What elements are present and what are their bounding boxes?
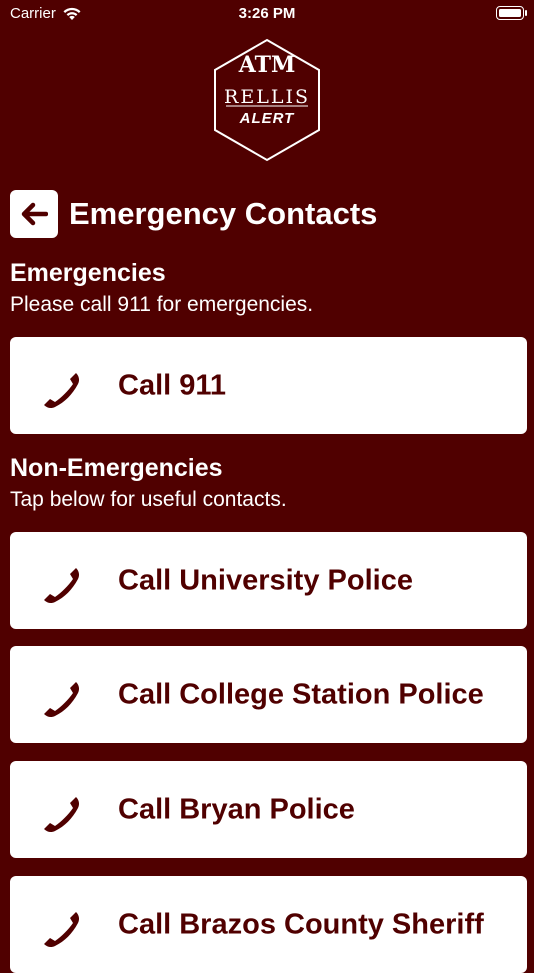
phone-icon [44, 912, 80, 948]
non-emergencies-subtitle: Tap below for useful contacts. [10, 488, 287, 511]
call-bryan-police-label: Call Bryan Police [118, 793, 355, 825]
status-time: 3:26 PM [238, 5, 296, 22]
call-bryan-police-button[interactable]: Call Bryan Police [10, 761, 527, 858]
logo-atm-text: ATM [238, 52, 296, 78]
phone-icon [44, 682, 80, 718]
phone-icon [44, 373, 80, 409]
call-911-button[interactable]: Call 911 [10, 337, 527, 434]
call-college-station-police-label: Call College Station Police [118, 678, 484, 710]
back-button[interactable] [10, 190, 58, 238]
call-university-police-label: Call University Police [118, 564, 413, 596]
emergencies-subtitle: Please call 911 for emergencies. [10, 293, 314, 316]
call-college-station-police-button[interactable]: Call College Station Police [10, 646, 527, 743]
page-title: Emergency Contacts [69, 196, 378, 231]
call-brazos-county-sheriff-label: Call Brazos County Sheriff [118, 908, 484, 940]
call-university-police-button[interactable]: Call University Police [10, 532, 527, 629]
logo-alert-text: ALERT [239, 110, 295, 127]
rellis-alert-logo: ATM RELLIS ALERT [212, 38, 322, 162]
non-emergencies-title: Non-Emergencies [10, 454, 223, 482]
phone-icon [44, 568, 80, 604]
arrow-left-icon [21, 202, 48, 226]
logo-rellis-text: RELLIS [224, 86, 310, 108]
battery-icon [496, 6, 527, 20]
phone-icon [44, 797, 80, 833]
status-bar: Carrier 3:26 PM [0, 0, 534, 30]
emergencies-title: Emergencies [10, 259, 166, 287]
call-911-label: Call 911 [118, 369, 227, 401]
page-header: Emergency Contacts [10, 190, 377, 238]
call-brazos-county-sheriff-button[interactable]: Call Brazos County Sheriff [10, 876, 527, 973]
